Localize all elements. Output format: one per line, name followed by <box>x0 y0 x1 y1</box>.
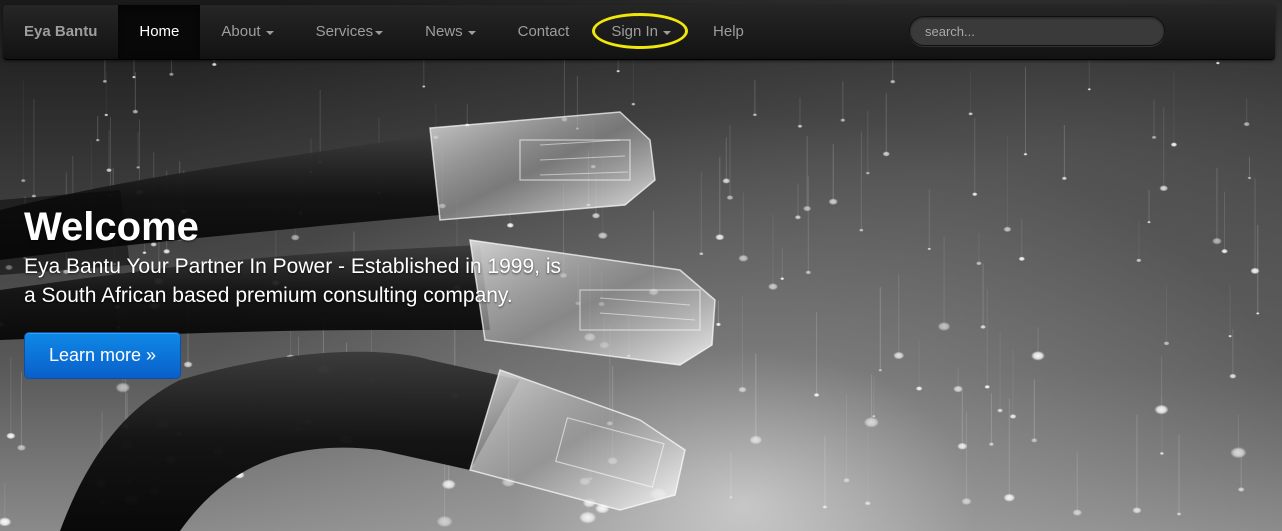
nav-item-label: News <box>425 23 463 40</box>
brand-logo-link[interactable]: Eya Bantu <box>3 5 118 59</box>
nav-item-home[interactable]: Home <box>118 5 201 59</box>
hero-subtitle-line-1: Eya Bantu Your Partner In Power - Establ… <box>24 255 561 278</box>
nav-item-contact[interactable]: Contact <box>497 5 591 59</box>
nav-item-label: Services <box>315 23 374 40</box>
hero-title: Welcome <box>24 205 199 249</box>
nav-item-label: Help <box>713 23 744 40</box>
nav-item-about[interactable]: About <box>200 5 294 59</box>
caret-down-icon <box>467 30 476 35</box>
learn-more-button[interactable]: Learn more » <box>24 332 181 379</box>
nav-menu: Home About Services News Contact Sign In <box>118 5 765 59</box>
nav-item-label: Sign In <box>611 23 659 40</box>
nav-item-sign-in[interactable]: Sign In <box>590 5 692 59</box>
top-navbar: Eya Bantu Home About Services News Conta… <box>3 5 1275 60</box>
nav-item-news[interactable]: News <box>404 5 497 59</box>
page: Eya Bantu Home About Services News Conta… <box>0 0 1282 531</box>
hero-subtitle-line-2: a South African based premium consulting… <box>24 284 513 307</box>
nav-item-label: Contact <box>517 23 570 40</box>
nav-item-label: Home <box>139 23 180 40</box>
nav-item-services[interactable]: Services <box>295 5 405 59</box>
search-form <box>909 16 1165 46</box>
caret-down-icon <box>265 30 274 35</box>
hero-subtitle: Eya Bantu Your Partner In Power - Establ… <box>24 252 644 310</box>
nav-item-help[interactable]: Help <box>692 5 765 59</box>
caret-down-icon <box>663 30 672 35</box>
hero-caption: Welcome Eya Bantu Your Partner In Power … <box>24 202 644 379</box>
nav-item-label: About <box>221 23 261 40</box>
caret-down-icon <box>375 30 384 35</box>
search-input[interactable] <box>909 16 1165 46</box>
